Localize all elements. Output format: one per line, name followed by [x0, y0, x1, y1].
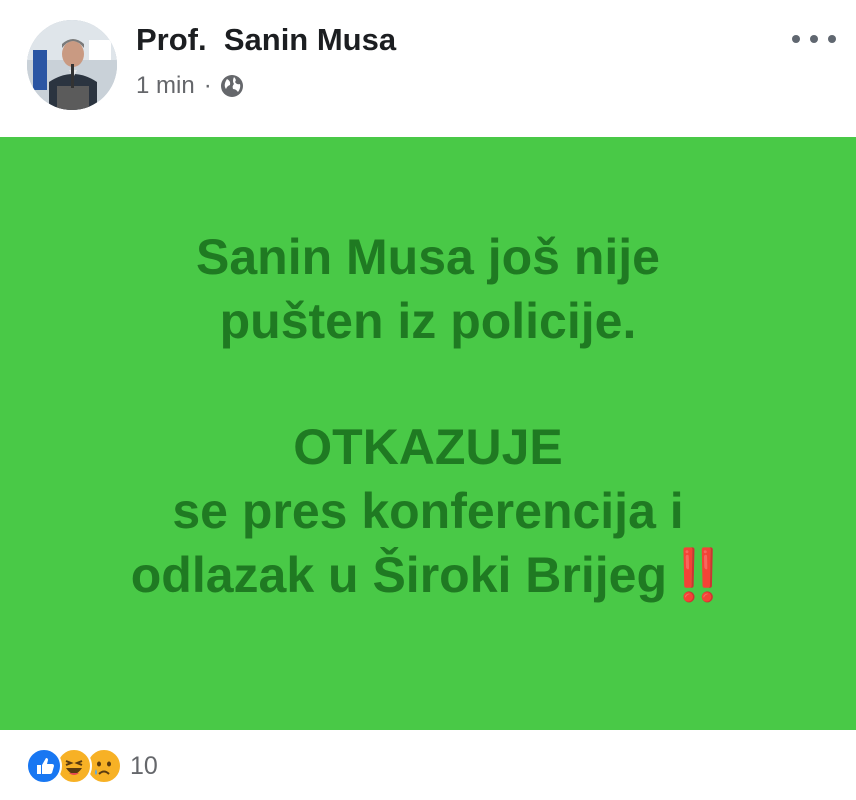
more-dot	[810, 35, 818, 43]
author-avatar[interactable]	[27, 20, 117, 110]
more-dot	[828, 35, 836, 43]
status-line: se pres konferencija i	[172, 483, 684, 539]
meta-separator: ·	[203, 72, 212, 99]
more-options-icon[interactable]	[792, 26, 836, 52]
like-icon	[26, 748, 62, 784]
facebook-post: Prof. Sanin Musa 1 min · Sanin Musa još …	[0, 0, 856, 800]
more-dot	[792, 35, 800, 43]
post-meta: 1 min ·	[136, 72, 244, 100]
post-header: Prof. Sanin Musa 1 min ·	[0, 0, 856, 137]
status-background-card[interactable]: Sanin Musa još nije pušten iz policije. …	[0, 137, 856, 730]
avatar-photo	[27, 20, 117, 110]
status-line: odlazak u Široki Brijeg	[130, 547, 667, 603]
author-name[interactable]: Prof. Sanin Musa	[136, 22, 396, 58]
post-timestamp[interactable]: 1 min	[136, 72, 195, 100]
status-line: Sanin Musa još nije	[196, 229, 660, 285]
status-line-last: odlazak u Široki Brijeg‼️	[0, 543, 856, 607]
globe-icon	[220, 74, 244, 98]
status-line: pušten iz policije.	[219, 293, 637, 349]
status-text: Sanin Musa još nije pušten iz policije. …	[0, 225, 856, 607]
reaction-count: 10	[130, 751, 158, 780]
reactions-summary[interactable]: 10	[26, 748, 158, 784]
status-line: OTKAZUJE	[293, 419, 563, 475]
double-exclamation-emoji: ‼️	[667, 547, 729, 603]
